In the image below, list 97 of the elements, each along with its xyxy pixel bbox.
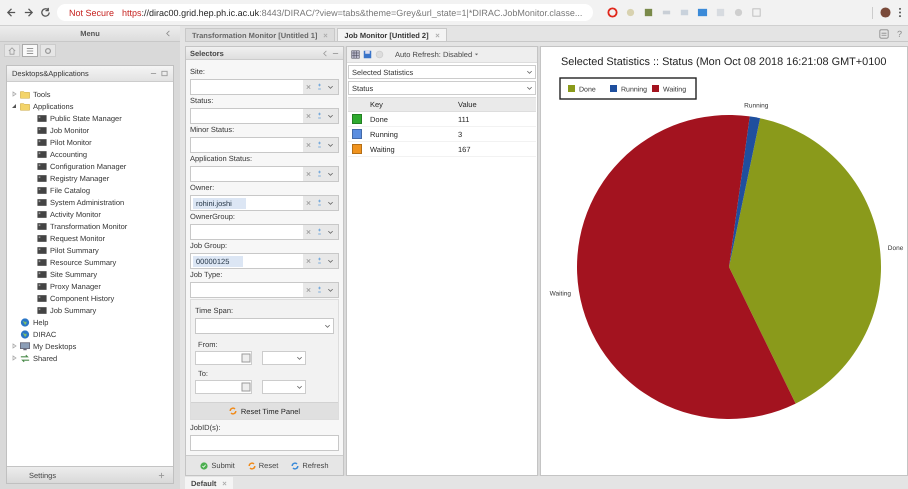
shared-icon <box>20 354 30 362</box>
clear-icon[interactable] <box>305 286 312 294</box>
settings-icon <box>44 46 52 54</box>
app-icon <box>37 270 47 278</box>
clear-icon[interactable] <box>305 257 312 266</box>
dropdown-icon[interactable] <box>327 112 334 120</box>
calendar-icon[interactable] <box>241 382 251 392</box>
home-tab[interactable] <box>4 44 20 57</box>
date-field[interactable] <box>195 351 252 366</box>
sort-icon[interactable] <box>316 228 323 236</box>
dropdown-icon[interactable] <box>327 286 334 294</box>
check-icon <box>200 462 208 470</box>
app-icon <box>37 150 47 158</box>
collapse-icon[interactable] <box>165 30 172 37</box>
dropdown-icon[interactable] <box>327 257 334 266</box>
caret-icon <box>474 52 480 57</box>
app-icon <box>37 162 47 170</box>
maximize-icon[interactable] <box>161 70 168 77</box>
collapsed-icon[interactable] <box>11 355 17 361</box>
sort-icon[interactable] <box>316 170 323 178</box>
date-field[interactable] <box>195 380 252 394</box>
list-icon <box>26 46 34 54</box>
app-icon <box>37 294 47 302</box>
sort-icon[interactable] <box>316 286 323 294</box>
dropdown-icon[interactable] <box>327 199 334 208</box>
app-icon <box>37 126 47 134</box>
close-icon[interactable] <box>323 32 328 38</box>
window-icon[interactable] <box>878 28 889 38</box>
minimize-icon[interactable] <box>150 70 157 77</box>
app-icon <box>37 258 47 266</box>
input-field[interactable] <box>190 166 339 182</box>
security-label: Not Secure <box>69 8 114 18</box>
clear-icon[interactable] <box>305 141 312 150</box>
reset-icon <box>248 462 256 470</box>
app-icon <box>37 138 47 146</box>
dropdown-icon[interactable] <box>296 354 303 362</box>
close-icon[interactable] <box>222 480 228 486</box>
app-icon <box>37 114 47 122</box>
home-icon <box>8 46 16 54</box>
input-field[interactable] <box>190 435 339 452</box>
extension-icon[interactable] <box>643 7 654 18</box>
app-icon <box>37 282 47 290</box>
refresh-icon <box>228 407 237 416</box>
dropdown-icon[interactable] <box>327 83 334 92</box>
sort-icon[interactable] <box>316 112 323 120</box>
input-field[interactable] <box>190 108 339 124</box>
url-text: https://dirac00.grid.hep.ph.ic.ac.uk:8443/DIRAC/?view=tabs&theme=Grey&url_state=1|*DIRAC.JobMonitor.classe... <box>122 8 582 18</box>
list-tab[interactable] <box>22 44 38 57</box>
close-icon[interactable] <box>434 32 440 38</box>
input-field[interactable] <box>190 224 339 240</box>
avatar-icon[interactable] <box>880 7 891 18</box>
extension-icon[interactable] <box>607 7 618 18</box>
forward-icon[interactable] <box>23 7 34 18</box>
input-field[interactable] <box>190 282 339 298</box>
clear-icon[interactable] <box>305 228 312 236</box>
chart-title: Selected Statistics :: Status (Mon Oct 08 2018 16:21:08 GMT+0100 <box>561 56 886 68</box>
sort-icon[interactable] <box>316 141 323 150</box>
more-icon[interactable] <box>898 7 902 18</box>
sort-icon[interactable] <box>316 257 323 266</box>
sort-icon[interactable] <box>316 199 323 208</box>
refresh-icon <box>291 462 300 470</box>
settings-tab[interactable] <box>40 44 56 57</box>
collapse-icon[interactable] <box>322 50 329 57</box>
app-icon <box>37 306 47 314</box>
dropdown-icon[interactable] <box>327 170 334 178</box>
save-icon[interactable] <box>363 50 372 59</box>
app-icon <box>37 246 47 254</box>
calendar-icon[interactable] <box>241 353 251 364</box>
back-icon[interactable] <box>6 7 17 18</box>
app-icon <box>37 234 47 242</box>
address-bar[interactable]: Not Secure https://dirac00.grid.hep.ph.ic.ac.uk:8443/DIRAC/?view=tabs&theme=Grey&url_state=1|*DIRAC.JobMonitor.classe... <box>57 4 593 21</box>
extension-icon[interactable] <box>697 7 708 18</box>
sort-icon[interactable] <box>316 83 323 92</box>
clear-icon[interactable] <box>305 83 312 92</box>
dropdown-icon[interactable] <box>327 141 334 150</box>
clear-icon[interactable] <box>305 112 312 120</box>
desktop-icon <box>20 342 30 350</box>
dropdown-icon[interactable] <box>327 228 334 236</box>
expand-icon[interactable] <box>158 472 165 478</box>
input-field[interactable] <box>190 79 339 96</box>
input-field[interactable] <box>190 137 339 154</box>
dropdown-icon[interactable] <box>324 322 331 330</box>
collapsed-icon[interactable] <box>11 91 17 97</box>
globe-icon <box>20 318 30 326</box>
app-icon <box>37 186 47 194</box>
globe-icon <box>20 330 30 338</box>
app-icon <box>37 174 47 182</box>
collapsed-icon[interactable] <box>11 343 17 349</box>
grid-icon[interactable] <box>351 50 360 59</box>
clear-icon[interactable] <box>305 199 312 208</box>
app-icon <box>37 198 47 206</box>
dropdown-icon[interactable] <box>296 383 303 392</box>
expanded-icon[interactable] <box>11 103 17 109</box>
reload-icon[interactable] <box>40 7 51 18</box>
clear-icon[interactable] <box>305 170 312 178</box>
app-icon <box>37 210 47 218</box>
app-icon <box>37 222 47 230</box>
